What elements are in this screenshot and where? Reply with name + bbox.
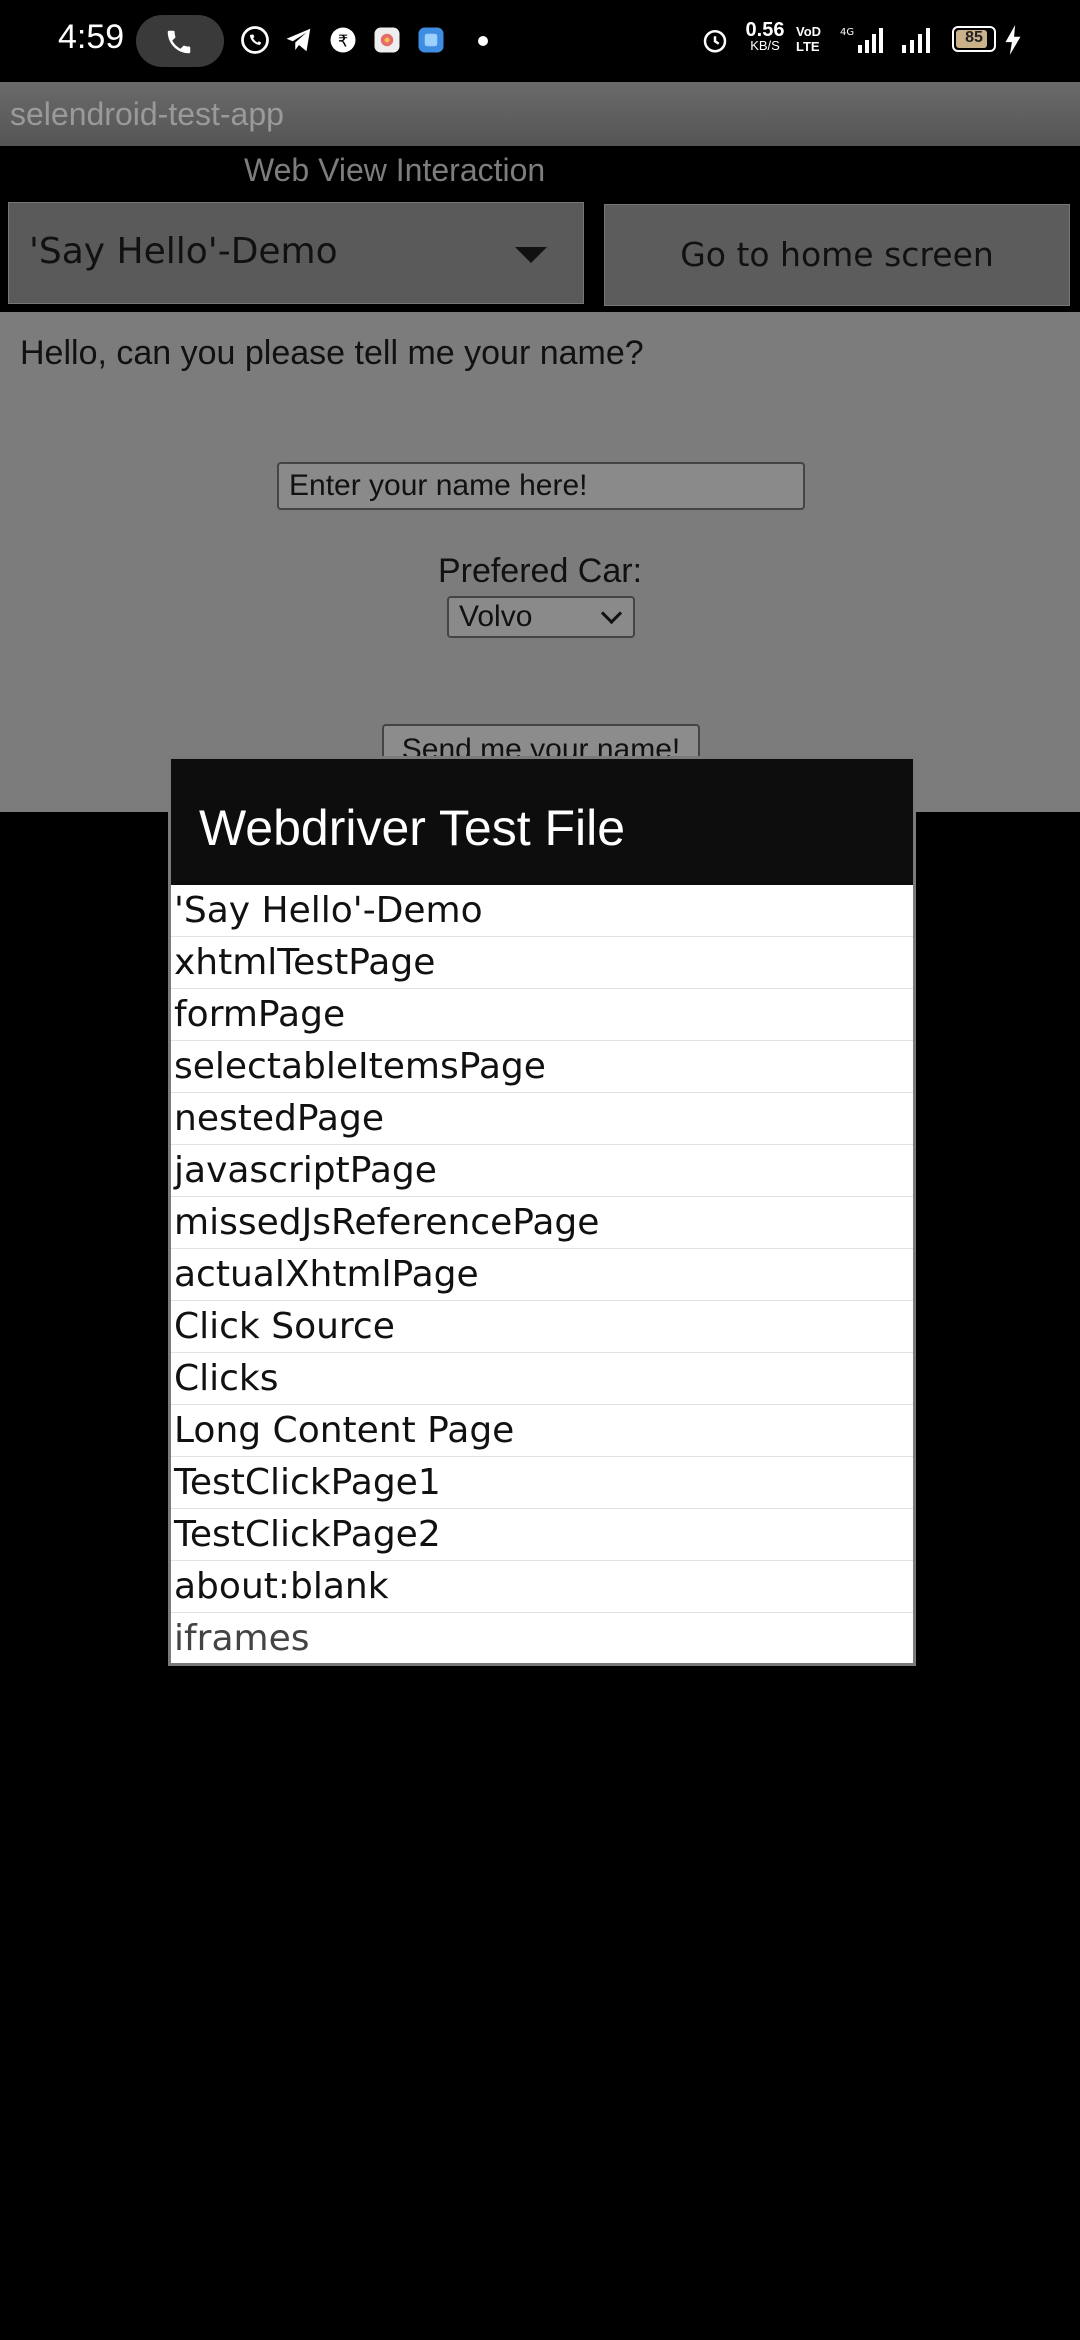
dialog-item[interactable]: TestClickPage2 xyxy=(171,1509,913,1561)
test-file-dialog: Webdriver Test File 'Say Hello'-Demo xht… xyxy=(168,756,916,1666)
app-screen: selendroid-test-app Web View Interaction… xyxy=(0,82,1080,812)
charging-icon xyxy=(1005,25,1021,55)
more-notifications-dot xyxy=(478,36,488,46)
dialog-item[interactable]: nestedPage xyxy=(171,1093,913,1145)
dialog-item[interactable]: Long Content Page xyxy=(171,1405,913,1457)
status-time: 4:59 xyxy=(58,18,125,56)
files-icon xyxy=(418,27,444,53)
car-select[interactable]: Volvo xyxy=(447,596,635,638)
dropdown-arrow-icon xyxy=(515,247,547,263)
network-speed: 0.56 KB/S xyxy=(745,19,785,53)
dialog-item[interactable]: missedJsReferencePage xyxy=(171,1197,913,1249)
go-home-button[interactable]: Go to home screen xyxy=(604,204,1070,306)
dialog-item[interactable]: 'Say Hello'-Demo xyxy=(171,885,913,937)
action-bar: selendroid-test-app xyxy=(0,82,1080,146)
telegram-icon xyxy=(286,28,311,52)
dialog-list[interactable]: 'Say Hello'-Demo xhtmlTestPage formPage … xyxy=(171,885,913,1663)
go-home-label: Go to home screen xyxy=(680,235,994,274)
spinner-value: 'Say Hello'-Demo xyxy=(29,231,338,272)
name-input[interactable]: Enter your name here! xyxy=(277,462,805,510)
photos-icon xyxy=(374,27,400,53)
dialog-item[interactable]: iframes xyxy=(171,1613,913,1663)
dialog-item[interactable]: Clicks xyxy=(171,1353,913,1405)
dialog-item[interactable]: selectableItemsPage xyxy=(171,1041,913,1093)
svg-text:₹: ₹ xyxy=(338,31,348,50)
ongoing-call-pill[interactable] xyxy=(136,15,224,67)
battery-indicator: 85 xyxy=(952,26,996,52)
test-file-spinner[interactable]: 'Say Hello'-Demo xyxy=(8,202,584,304)
name-question: Hello, can you please tell me your name? xyxy=(20,334,644,372)
car-select-value: Volvo xyxy=(459,600,533,633)
signal-4g-icon: 4G xyxy=(840,27,883,53)
car-label: Prefered Car: xyxy=(437,552,643,590)
app-icon: ₹ xyxy=(330,27,356,53)
web-view: Hello, can you please tell me your name?… xyxy=(0,312,1080,812)
volte-indicator: VoD LTE xyxy=(796,24,822,54)
subheader-title: Web View Interaction xyxy=(244,152,546,188)
chevron-down-icon xyxy=(600,602,623,625)
alarm-icon xyxy=(703,30,727,53)
dialog-item[interactable]: formPage xyxy=(171,989,913,1041)
svg-text:4G: 4G xyxy=(840,27,854,38)
status-bar: 4:59 ₹ 0.56 KB/S VoD LTE 4G 85 xyxy=(0,0,1080,82)
dialog-item[interactable]: Click Source xyxy=(171,1301,913,1353)
signal-icon xyxy=(902,28,930,53)
call-icon xyxy=(167,30,191,54)
dialog-header: Webdriver Test File xyxy=(171,759,913,885)
whatsapp-icon xyxy=(241,26,269,54)
screen-subheader: Web View Interaction xyxy=(0,146,1080,194)
name-input-placeholder: Enter your name here! xyxy=(289,469,588,502)
dialog-item[interactable]: about:blank xyxy=(171,1561,913,1613)
dialog-item[interactable]: xhtmlTestPage xyxy=(171,937,913,989)
dialog-item[interactable]: javascriptPage xyxy=(171,1145,913,1197)
dialog-title: Webdriver Test File xyxy=(199,800,626,856)
dialog-item[interactable]: actualXhtmlPage xyxy=(171,1249,913,1301)
app-title: selendroid-test-app xyxy=(10,96,284,132)
dialog-item[interactable]: TestClickPage1 xyxy=(171,1457,913,1509)
